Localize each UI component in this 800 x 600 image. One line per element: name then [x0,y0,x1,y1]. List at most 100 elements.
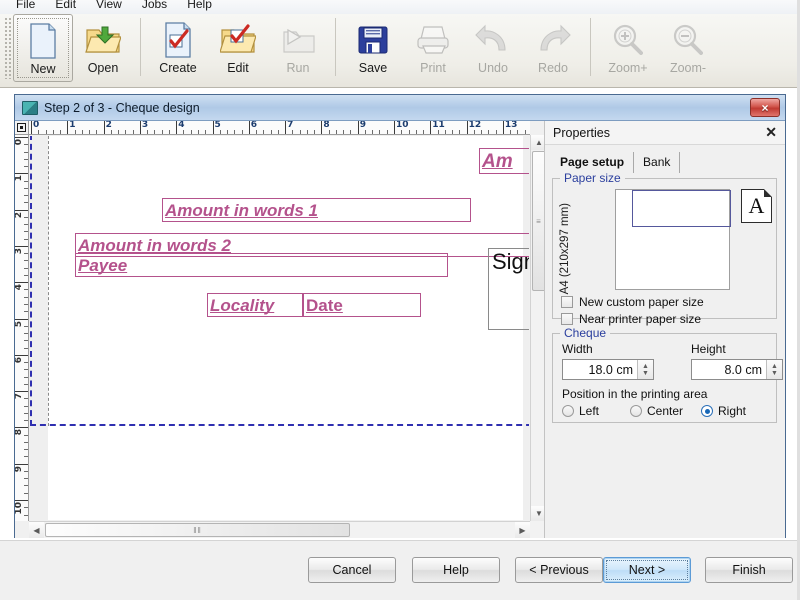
v-ruler-minor-tick [24,151,28,153]
next-button[interactable]: Next > [603,557,691,583]
field-date[interactable]: Date [303,293,421,317]
toolbar-button-undo[interactable]: Undo [463,14,523,82]
ruler-origin-button[interactable] [15,121,29,135]
v-ruler-minor-tick [24,333,28,335]
menu-item-view[interactable]: View [86,0,132,13]
toolbar-label-new: New [30,62,56,76]
h-ruler-minor-tick [154,130,156,134]
menu-item-jobs[interactable]: Jobs [132,0,177,13]
h-ruler-minor-tick [401,130,403,134]
radio-left-indicator[interactable] [562,405,574,417]
canvas-horizontal-scrollbar[interactable]: ◀ ‖‖ ▶ [29,521,530,538]
v-ruler-major-tick [15,209,28,211]
v-ruler-minor-tick [24,180,28,182]
v-ruler-minor-tick [24,478,28,480]
run-icon [280,20,316,60]
checkbox-near-printer-paper-size[interactable]: Near printer paper size [561,312,701,326]
tab-page-setup[interactable]: Page setup [551,152,635,173]
h-ruler-minor-tick [314,130,316,134]
checkbox-box-near-printer[interactable] [561,313,573,325]
application-icon [22,100,38,115]
cheque-height-input[interactable]: 8.0 cm ▲ ▼ [691,359,783,380]
h-ruler-label: 5 [214,121,221,130]
properties-tabs: Page setup Bank [545,149,785,173]
toolbar-button-run[interactable]: Run [268,14,328,82]
v-ruler-minor-tick [24,398,28,400]
window-title-bar[interactable]: Step 2 of 3 - Cheque design × [15,95,785,121]
field-amount-in-words-1[interactable]: Amount in words 1 [162,198,471,222]
previous-button[interactable]: < Previous [515,557,603,583]
help-button[interactable]: Help [412,557,500,583]
v-ruler-minor-tick [24,492,28,494]
toolbar-button-open[interactable]: Open [73,14,133,82]
new-document-icon [28,21,58,61]
guide-left-margin [30,136,32,426]
h-ruler-minor-tick [372,130,374,134]
v-ruler-minor-tick [24,369,28,371]
properties-close-icon[interactable]: ✕ [765,124,777,141]
menu-item-file[interactable]: File [6,0,45,13]
toolbar-button-zoom-in[interactable]: Zoom+ [598,14,658,82]
cheque-width-input[interactable]: 18.0 cm ▲ ▼ [562,359,654,380]
menu-item-edit[interactable]: Edit [45,0,86,13]
toolbar-button-redo[interactable]: Redo [523,14,583,82]
v-ruler-minor-tick [24,449,28,451]
v-ruler-minor-tick [24,267,28,269]
toolbar-button-new[interactable]: New [13,14,73,82]
field-payee[interactable]: Payee [75,253,448,277]
window-close-button[interactable]: × [750,98,780,117]
vertical-ruler: 0 1 2 3 4 5 6 7 8 9 10 [15,135,29,521]
checkbox-box-new-custom[interactable] [561,296,573,308]
radio-position-left[interactable]: Left [562,404,599,418]
h-ruler-major-tick [285,121,287,134]
menu-bar: File Edit View Jobs Help [0,0,800,14]
toolbar-button-save[interactable]: Save [343,14,403,82]
h-ruler-label: 8 [323,121,330,130]
redo-arrow-icon [535,20,571,60]
main-toolbar: New Open Create Edit Run Save Print Undo… [0,14,800,88]
radio-right-label: Right [718,404,747,418]
scroll-right-button[interactable]: ▶ [515,522,530,538]
horizontal-scroll-thumb[interactable]: ‖‖ [45,523,350,537]
cheque-width-stepper[interactable]: ▲ ▼ [637,360,653,379]
field-locality[interactable]: Locality [207,293,303,317]
radio-center-indicator[interactable] [630,405,642,417]
menu-item-help[interactable]: Help [177,0,222,13]
field-signature[interactable]: Sign [488,248,529,330]
undo-arrow-icon [475,20,511,60]
checkbox-new-custom-paper-size[interactable]: New custom paper size [561,295,704,309]
cancel-button[interactable]: Cancel [308,557,396,583]
paper-size-rotated-label: A4 (210x297 mm) [559,203,571,295]
h-ruler-minor-tick [408,130,410,134]
toolbar-button-zoom-out[interactable]: Zoom- [658,14,718,82]
cheque-height-stepper[interactable]: ▲ ▼ [766,360,782,379]
v-ruler-minor-tick [24,144,28,146]
toolbar-button-edit[interactable]: Edit [208,14,268,82]
toolbar-label-create: Create [159,61,197,75]
v-ruler-label: 10 [15,502,24,515]
toolbar-button-print[interactable]: Print [403,14,463,82]
v-ruler-minor-tick [24,238,28,240]
h-ruler-minor-tick [350,130,352,134]
h-ruler-minor-tick [379,130,381,134]
tab-bank[interactable]: Bank [634,152,681,173]
h-ruler-minor-tick [306,130,308,134]
scroll-left-button[interactable]: ◀ [29,522,44,538]
position-label: Position in the printing area [562,387,708,401]
h-ruler-label: 9 [359,121,366,130]
h-ruler-label: 1 [69,121,76,130]
paper-preview[interactable] [615,189,731,290]
radio-right-indicator[interactable] [701,405,713,417]
design-canvas[interactable]: Am Amount in words 1 Amount in words 2 P… [30,136,529,520]
field-amount-figures[interactable]: Am [479,148,529,174]
radio-position-center[interactable]: Center [630,404,683,418]
h-ruler-major-tick [103,121,105,134]
toolbar-drag-handle[interactable] [4,17,11,79]
v-ruler-minor-tick [24,470,28,472]
wizard-button-bar: Cancel Help < Previous Next > Finish [0,540,800,600]
radio-position-right[interactable]: Right [701,404,746,418]
toolbar-separator-2 [335,18,336,76]
toolbar-button-create[interactable]: Create [148,14,208,82]
finish-button[interactable]: Finish [705,557,793,583]
h-ruler-major-tick [502,121,504,134]
